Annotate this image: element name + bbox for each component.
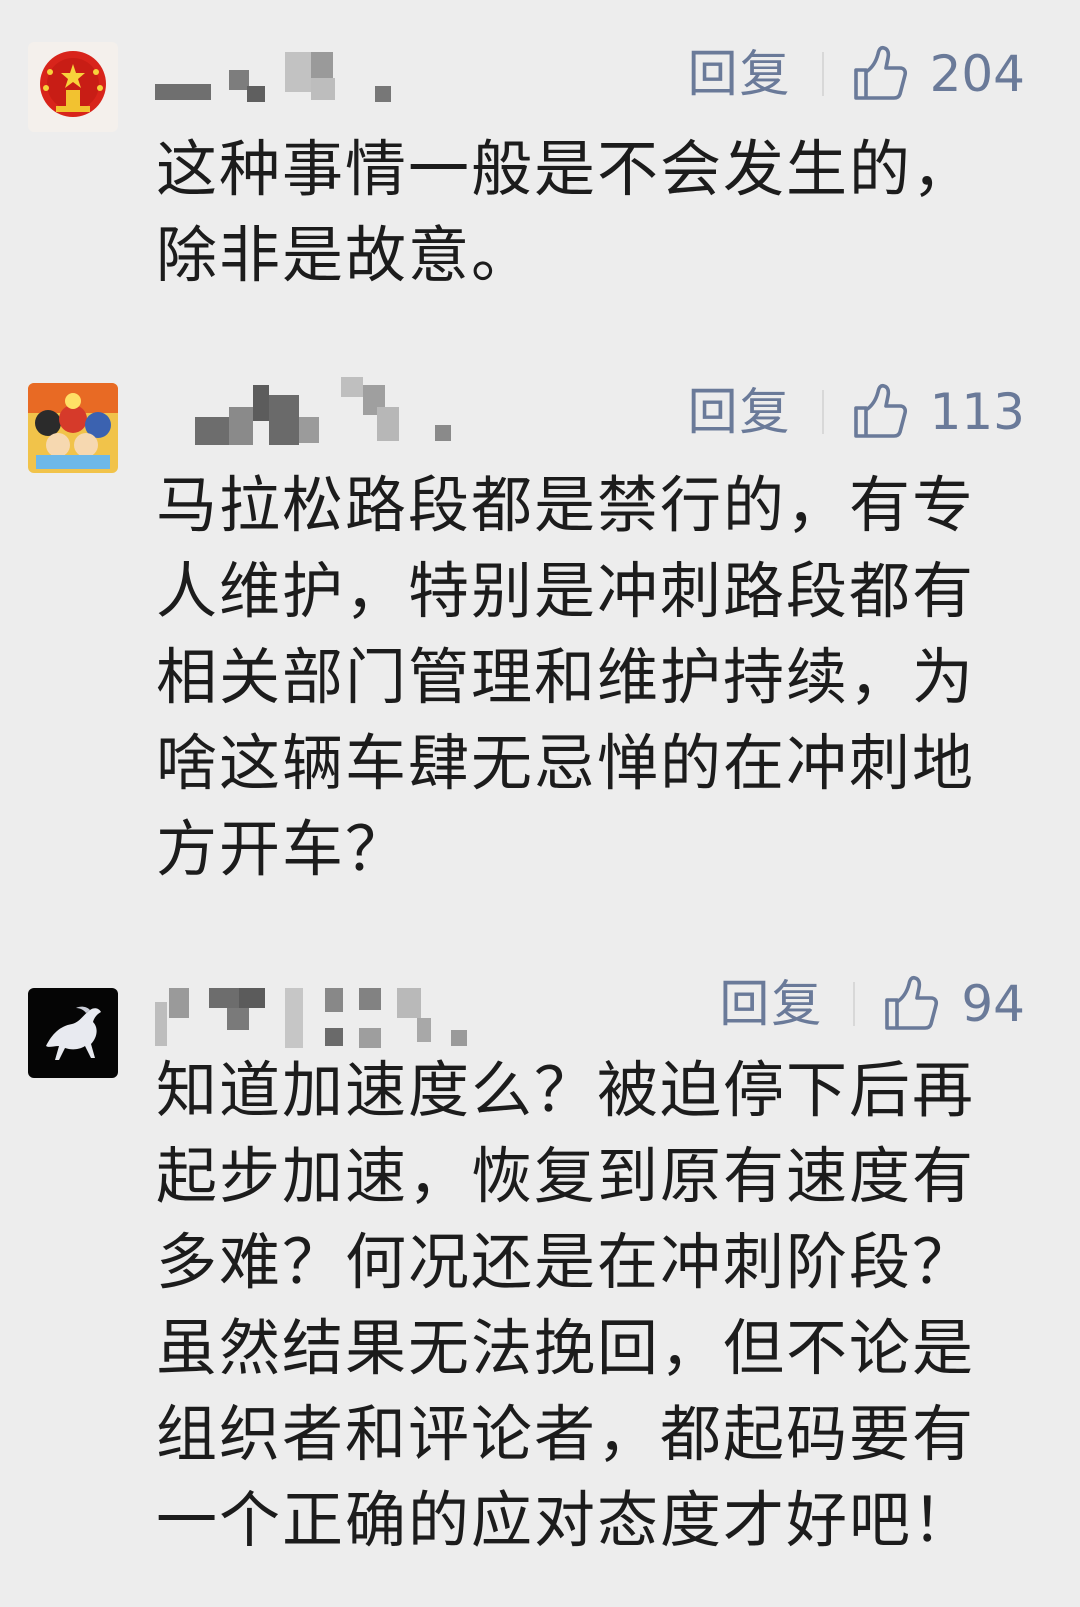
like-count: 113 (929, 383, 1025, 441)
nickname-redacted[interactable] (155, 52, 415, 122)
reply-button[interactable]: 回复 (688, 380, 792, 444)
comment-line: 一个正确的应对态度才好吧！ (156, 1485, 976, 1556)
avatar[interactable] (28, 42, 118, 132)
comment-line: 知道加速度么？被迫停下后再 (156, 1055, 976, 1126)
comment-line: 除非是故意。 (156, 220, 535, 291)
comment-actions: 回复 113 (688, 380, 1025, 444)
comment-actions: 回复 204 (688, 42, 1025, 106)
thumbs-up-icon[interactable] (881, 974, 941, 1034)
like-count: 204 (929, 45, 1025, 103)
comment-line: 方开车？ (156, 814, 409, 885)
white-horse-avatar-image (28, 988, 118, 1078)
nickname-redacted[interactable] (155, 377, 455, 447)
comment-line: 啥这辆车肆无忌惮的在冲刺地 (156, 728, 976, 799)
reply-button[interactable]: 回复 (688, 42, 792, 106)
comment-line: 人维护，特别是冲刺路段都有 (156, 556, 976, 627)
comment-actions: 回复 94 (719, 972, 1025, 1036)
comment-line: 相关部门管理和维护持续，为 (156, 642, 976, 713)
thumbs-up-icon[interactable] (850, 382, 910, 442)
comment-text: 马拉松路段都是禁行的，有专 人维护，特别是冲刺路段都有 相关部门管理和维护持续，… (156, 463, 1036, 893)
avatar[interactable] (28, 383, 118, 473)
comment-line: 起步加速，恢复到原有速度有 (156, 1141, 976, 1212)
reply-button[interactable]: 回复 (719, 972, 823, 1036)
thumbs-up-icon[interactable] (850, 44, 910, 104)
comment-line: 马拉松路段都是禁行的，有专 (156, 470, 976, 541)
comment-line: 组织者和评论者，都起码要有 (156, 1399, 976, 1470)
comment-text: 知道加速度么？被迫停下后再 起步加速，恢复到原有速度有 多难？何况还是在冲刺阶段… (156, 1048, 1036, 1564)
flag-emblem-avatar-image (28, 42, 118, 132)
anime-group-avatar-image (28, 383, 118, 473)
avatar[interactable] (28, 988, 118, 1078)
divider (821, 390, 824, 434)
divider (853, 982, 856, 1026)
comment-text: 这种事情一般是不会发生的， 除非是故意。 (156, 127, 1036, 299)
divider (821, 52, 824, 96)
like-count: 94 (961, 975, 1025, 1033)
comment-line: 虽然结果无法挽回，但不论是 (156, 1313, 976, 1384)
comment-line: 这种事情一般是不会发生的， (156, 134, 976, 205)
comment-line: 多难？何况还是在冲刺阶段？ (156, 1227, 976, 1298)
